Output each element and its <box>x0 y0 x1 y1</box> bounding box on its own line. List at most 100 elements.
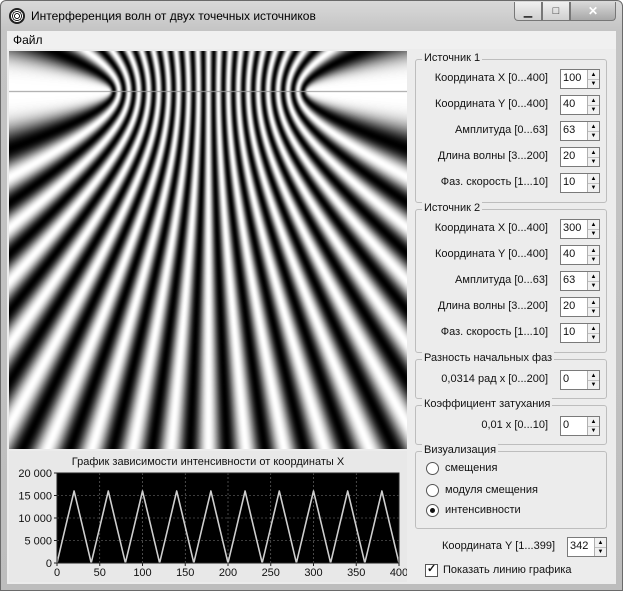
source2-speed-row: Фаз. скорость [1...10] 10 ▲ ▼ <box>416 322 600 343</box>
x-tick-label: 400 <box>390 567 407 579</box>
radio-modulus-label[interactable]: модуля смещения <box>445 484 538 496</box>
line-y-row: Координата Y [1...399] 342 ▲ ▼ <box>421 536 607 557</box>
menu-bar: Файл <box>7 31 616 50</box>
source1-wave-value[interactable]: 20 <box>563 150 575 162</box>
x-tick-label: 200 <box>219 567 237 579</box>
source2-y-row: Координата Y [0...400] 40 ▲ ▼ <box>416 244 600 265</box>
line-y-spinner[interactable]: 342 ▲ ▼ <box>567 537 607 557</box>
close-button[interactable]: ✕ <box>570 2 616 21</box>
phase-diff-value[interactable]: 0 <box>563 373 569 385</box>
x-tick-label: 50 <box>94 567 106 579</box>
source1-speed-value[interactable]: 10 <box>563 176 575 188</box>
phase-diff-title: Разность начальных фаз <box>422 352 555 364</box>
source1-speed-row: Фаз. скорость [1...10] 10 ▲ ▼ <box>416 172 600 193</box>
source2-x-value[interactable]: 300 <box>563 222 581 234</box>
source1-y-value[interactable]: 40 <box>563 98 575 110</box>
source2-x-row: Координата X [0...400] 300 ▲ ▼ <box>416 218 600 239</box>
source2-amp-label: Амплитуда [0...63] <box>455 274 548 286</box>
spin-down-icon[interactable]: ▼ <box>595 547 606 556</box>
source2-group: Источник 2 Координата X [0...400] 300 ▲ ▼ … <box>415 202 607 353</box>
source2-wave-spinner[interactable]: 20 ▲ ▼ <box>560 297 600 317</box>
minimize-button[interactable]: ▁ <box>514 2 542 21</box>
visualization-group: Визуализация смещения модуля смещения ин… <box>415 444 607 529</box>
source2-amp-spinner[interactable]: 63 ▲ ▼ <box>560 271 600 291</box>
radio-modulus-button[interactable] <box>426 484 439 497</box>
app-icon[interactable] <box>9 8 25 24</box>
radio-displacement-button[interactable] <box>426 462 439 475</box>
y-tick-label: 0 <box>46 558 52 570</box>
client-area: График зависимости интенсивности от коор… <box>7 49 616 584</box>
source1-x-label: Координата X [0...400] <box>434 72 548 84</box>
radio-intensity-button[interactable] <box>426 504 439 517</box>
source2-y-spinner[interactable]: 40 ▲ ▼ <box>560 245 600 265</box>
radio-displacement-label[interactable]: смещения <box>445 462 497 474</box>
x-tick-label: 250 <box>262 567 280 579</box>
source1-title: Источник 1 <box>422 52 483 64</box>
source2-wave-value[interactable]: 20 <box>563 300 575 312</box>
close-icon: ✕ <box>587 4 599 18</box>
spin-down-icon[interactable]: ▼ <box>588 307 599 316</box>
interference-canvas <box>9 51 407 449</box>
damping-label: 0,01 x [0...10] <box>481 419 548 431</box>
source1-wave-spinner[interactable]: 20 ▲ ▼ <box>560 147 600 167</box>
source1-speed-label: Фаз. скорость [1...10] <box>440 176 548 188</box>
source1-x-value[interactable]: 100 <box>563 72 581 84</box>
source2-wave-row: Длина волны [3...200] 20 ▲ ▼ <box>416 296 600 317</box>
source2-title: Источник 2 <box>422 202 483 214</box>
source1-amp-row: Амплитуда [0...63] 63 ▲ ▼ <box>416 120 600 141</box>
source1-group: Источник 1 Координата X [0...400] 100 ▲ ▼ … <box>415 52 607 203</box>
source1-x-row: Координата X [0...400] 100 ▲ ▼ <box>416 68 600 89</box>
spin-down-icon[interactable]: ▼ <box>588 281 599 290</box>
source1-y-spinner[interactable]: 40 ▲ ▼ <box>560 95 600 115</box>
maximize-button[interactable]: □ <box>542 2 570 21</box>
menu-file[interactable]: Файл <box>13 33 43 47</box>
check-icon: ✓ <box>427 563 437 575</box>
spin-down-icon[interactable]: ▼ <box>588 380 599 389</box>
x-tick-label: 300 <box>304 567 322 579</box>
spin-down-icon[interactable]: ▼ <box>588 255 599 264</box>
spin-down-icon[interactable]: ▼ <box>588 157 599 166</box>
source1-amp-spinner[interactable]: 63 ▲ ▼ <box>560 121 600 141</box>
source1-y-label: Координата Y [0...400] <box>434 98 548 110</box>
maximize-icon: □ <box>552 5 560 17</box>
spin-down-icon[interactable]: ▼ <box>588 183 599 192</box>
spin-down-icon[interactable]: ▼ <box>588 131 599 140</box>
source1-x-spinner[interactable]: 100 ▲ ▼ <box>560 69 600 89</box>
window-title: Интерференция волн от двух точечных исто… <box>31 9 316 23</box>
x-tick-label: 100 <box>133 567 151 579</box>
source2-amp-value[interactable]: 63 <box>563 274 575 286</box>
show-line-label[interactable]: Показать линию графика <box>443 564 572 576</box>
minimize-icon: ▁ <box>523 5 533 18</box>
spin-down-icon[interactable]: ▼ <box>588 426 599 435</box>
source2-x-spinner[interactable]: 300 ▲ ▼ <box>560 219 600 239</box>
spin-down-icon[interactable]: ▼ <box>588 229 599 238</box>
damping-row: 0,01 x [0...10] 0 ▲ ▼ <box>416 415 600 436</box>
interference-pattern <box>9 51 407 449</box>
source2-speed-spinner[interactable]: 10 ▲ ▼ <box>560 323 600 343</box>
source1-speed-spinner[interactable]: 10 ▲ ▼ <box>560 173 600 193</box>
source2-y-label: Координата Y [0...400] <box>434 248 548 260</box>
intensity-chart: 0 50 100 150 200 250 300 350 400 0 5 000 10 000 15 0… <box>18 468 407 579</box>
radio-intensity-label[interactable]: интенсивности <box>445 504 521 516</box>
damping-value[interactable]: 0 <box>563 419 569 431</box>
spin-down-icon[interactable]: ▼ <box>588 333 599 342</box>
show-line-checkbox[interactable]: ✓ <box>425 563 438 577</box>
x-tick-label: 150 <box>176 567 194 579</box>
damping-spinner[interactable]: 0 ▲ ▼ <box>560 416 600 436</box>
y-tick-label: 10 000 <box>18 513 52 525</box>
spin-down-icon[interactable]: ▼ <box>588 105 599 114</box>
intensity-plot-panel: График зависимости интенсивности от коор… <box>9 451 407 582</box>
damping-title: Коэффициент затухания <box>422 398 553 410</box>
phase-diff-spinner[interactable]: 0 ▲ ▼ <box>560 370 600 390</box>
source2-x-label: Координата X [0...400] <box>434 222 548 234</box>
source2-amp-row: Амплитуда [0...63] 63 ▲ ▼ <box>416 270 600 291</box>
source2-y-value[interactable]: 40 <box>563 248 575 260</box>
spin-down-icon[interactable]: ▼ <box>588 79 599 88</box>
line-y-value[interactable]: 342 <box>570 540 588 552</box>
phase-diff-group: Разность начальных фаз 0,0314 рад x [0..… <box>415 352 607 399</box>
y-tick-label: 5 000 <box>24 536 52 548</box>
source1-amp-value[interactable]: 63 <box>563 124 575 136</box>
source2-speed-value[interactable]: 10 <box>563 326 575 338</box>
title-bar[interactable]: Интерференция волн от двух точечных исто… <box>1 1 622 31</box>
show-line-checkbox-row[interactable]: ✓ Показать линию графика <box>425 563 605 579</box>
